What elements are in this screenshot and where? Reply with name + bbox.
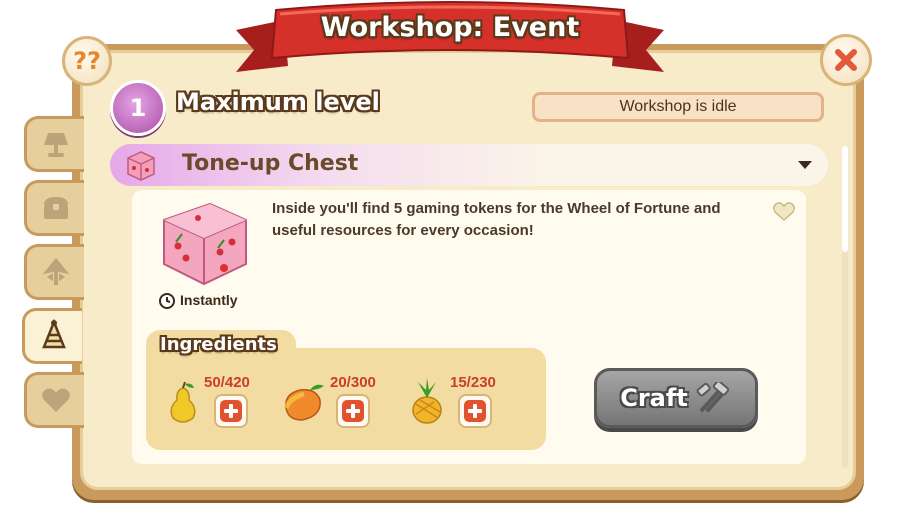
workshop-status: Workshop is idle	[532, 92, 824, 122]
mango-count: 20/300	[330, 374, 376, 391]
tab-party-hat[interactable]	[22, 308, 82, 364]
craft-button[interactable]: Craft	[594, 368, 758, 428]
tab-favorites[interactable]	[24, 372, 84, 428]
tone-up-chest-icon	[127, 151, 155, 181]
tab-chest[interactable]	[24, 180, 84, 236]
recipe-name: Tone-up Chest	[182, 151, 359, 176]
level-title: Maximum level	[176, 88, 380, 116]
chevron-down-icon[interactable]	[798, 161, 812, 169]
close-icon	[835, 49, 857, 71]
level-number: 1	[129, 94, 147, 122]
pear-count: 50/420	[204, 374, 250, 391]
window-title: Workshop: Event	[320, 12, 580, 43]
add-pineapple-button[interactable]	[458, 394, 492, 428]
lamp-icon	[43, 133, 68, 157]
tab-plant[interactable]	[24, 244, 84, 300]
plus-icon	[220, 400, 242, 422]
level-badge: 1	[110, 80, 166, 136]
close-button[interactable]	[820, 34, 872, 86]
scrollbar-thumb[interactable]	[842, 146, 848, 252]
help-button[interactable]: ??	[62, 36, 112, 86]
question-icon: ??	[73, 47, 101, 75]
heart-icon[interactable]	[772, 200, 796, 222]
add-mango-button[interactable]	[336, 394, 370, 428]
add-pear-button[interactable]	[214, 394, 248, 428]
tab-lamp[interactable]	[24, 116, 84, 172]
clock-icon	[159, 293, 175, 309]
plus-icon	[464, 400, 486, 422]
recipe-description: Inside you'll find 5 gaming tokens for t…	[272, 200, 721, 239]
pear-icon	[170, 381, 196, 423]
pineapple-count: 15/230	[450, 374, 496, 391]
party-hat-icon	[41, 319, 66, 349]
craft-label: Craft	[620, 384, 688, 412]
ingredients-label: Ingredients	[160, 334, 277, 355]
pineapple-icon	[412, 378, 442, 424]
tone-up-chest-image	[163, 202, 247, 286]
mango-icon	[283, 384, 324, 421]
plus-icon	[342, 400, 364, 422]
hammers-icon	[696, 382, 729, 412]
plant-icon	[42, 257, 69, 285]
chest-icon	[43, 197, 68, 219]
craft-time: Instantly	[180, 292, 238, 308]
heart-icon	[41, 388, 70, 412]
